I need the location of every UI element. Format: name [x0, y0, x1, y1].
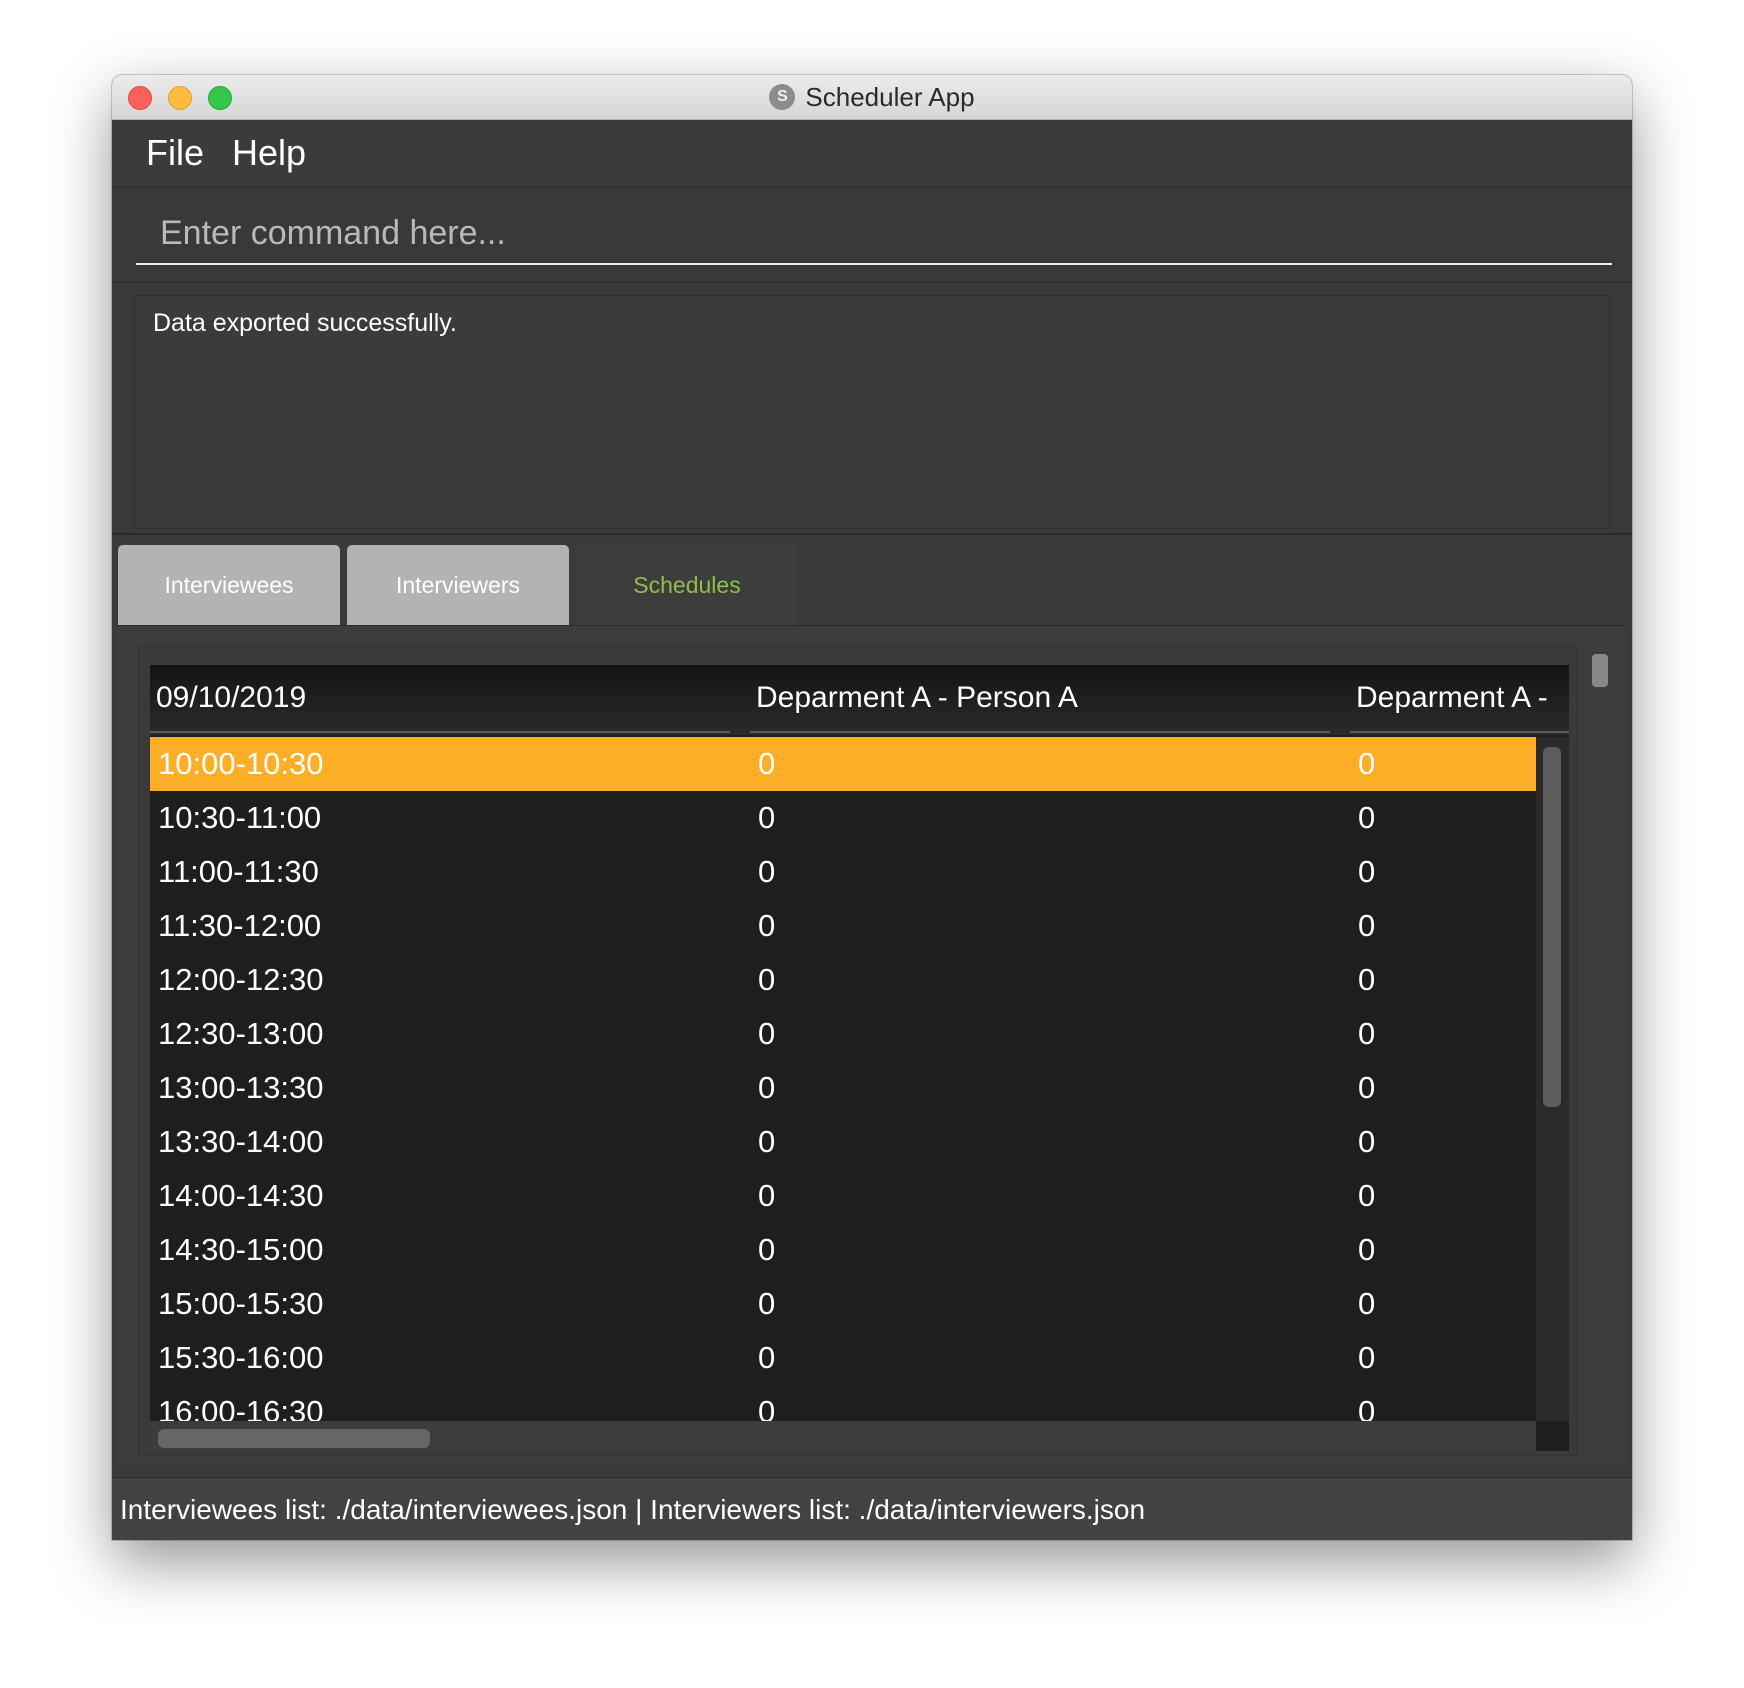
table-row[interactable]: 12:00-12:30 0 0 [150, 953, 1536, 1007]
result-message: Data exported successfully. [153, 309, 457, 337]
result-display-area: Data exported successfully. [112, 283, 1632, 535]
result-display: Data exported successfully. [134, 295, 1610, 529]
time-slot-cell: 16:00-16:30 [158, 1394, 324, 1421]
slot-count-cell: 0 [1358, 1016, 1376, 1051]
slot-count-cell: 0 [758, 1016, 776, 1051]
slot-count-cell: 0 [758, 746, 776, 781]
horizontal-scrollbar-thumb[interactable] [158, 1429, 430, 1448]
menu-bar: File Help [112, 120, 1632, 187]
time-slot-cell: 13:30-14:00 [158, 1124, 324, 1159]
slot-count-cell: 0 [758, 908, 776, 943]
tab-schedules[interactable]: Schedules [576, 545, 798, 625]
app-window: S Scheduler App File Help Data exported … [112, 75, 1632, 1540]
table-row[interactable]: 13:30-14:00 0 0 [150, 1115, 1536, 1169]
slot-count-cell: 0 [1358, 746, 1376, 781]
table-row[interactable]: 15:00-15:30 0 0 [150, 1277, 1536, 1331]
slot-count-cell: 0 [1358, 1286, 1376, 1321]
tab-header: Interviewees Interviewers Schedules [118, 545, 1626, 625]
app-icon: S [769, 84, 796, 110]
table-header: 09/10/2019 Deparment A - Person A Deparm… [150, 665, 1569, 735]
slot-count-cell: 0 [1358, 1070, 1376, 1105]
column-header-interviewer-1[interactable]: Deparment A - Person A [750, 665, 1330, 733]
slot-count-cell: 0 [1358, 1394, 1376, 1421]
vertical-scrollbar-thumb[interactable] [1543, 747, 1561, 1107]
time-slot-cell: 11:30-12:00 [158, 908, 322, 943]
slot-count-cell: 0 [1358, 962, 1376, 997]
slot-count-cell: 0 [758, 1340, 776, 1375]
slot-count-cell: 0 [1358, 1178, 1376, 1213]
time-slot-cell: 13:00-13:30 [158, 1070, 324, 1105]
schedules-tab-content: 09/10/2019 Deparment A - Person A Deparm… [118, 625, 1626, 1466]
table-row[interactable]: 10:00-10:30 0 0 [150, 737, 1536, 791]
window-title: Scheduler App [805, 81, 975, 112]
slot-count-cell: 0 [758, 1178, 776, 1213]
title-bar: S Scheduler App [112, 75, 1632, 120]
slot-count-cell: 0 [758, 1394, 776, 1421]
command-box [112, 187, 1632, 283]
time-slot-cell: 12:00-12:30 [158, 962, 324, 997]
time-slot-cell: 10:00-10:30 [158, 746, 324, 781]
column-header-interviewer-2[interactable]: Deparment A - [1350, 665, 1569, 733]
tab-interviewees[interactable]: Interviewees [118, 545, 340, 625]
table-row[interactable]: 13:00-13:30 0 0 [150, 1061, 1536, 1115]
column-header-date[interactable]: 09/10/2019 [150, 665, 730, 733]
command-input[interactable] [136, 203, 1612, 265]
status-bar: Interviewees list: ./data/interviewees.j… [112, 1477, 1632, 1540]
time-slot-cell: 11:00-11:30 [158, 854, 319, 889]
table-row[interactable]: 14:00-14:30 0 0 [150, 1169, 1536, 1223]
slot-count-cell: 0 [1358, 1232, 1376, 1267]
slot-count-cell: 0 [758, 1232, 776, 1267]
time-slot-cell: 15:00-15:30 [158, 1286, 324, 1321]
slot-count-cell: 0 [1358, 1124, 1376, 1159]
time-slot-cell: 12:30-13:00 [158, 1016, 324, 1051]
table-row[interactable]: 11:30-12:00 0 0 [150, 899, 1536, 953]
slot-count-cell: 0 [758, 1286, 776, 1321]
title-wrap: S Scheduler App [112, 75, 1632, 119]
slot-count-cell: 0 [1358, 854, 1376, 889]
slot-count-cell: 0 [758, 800, 776, 835]
table-row[interactable]: 15:30-16:00 0 0 [150, 1331, 1536, 1385]
table-row[interactable]: 11:00-11:30 0 0 [150, 845, 1536, 899]
slot-count-cell: 0 [1358, 800, 1376, 835]
table-row[interactable]: 12:30-13:00 0 0 [150, 1007, 1536, 1061]
status-text: Interviewees list: ./data/interviewees.j… [120, 1494, 1146, 1525]
slot-count-cell: 0 [758, 962, 776, 997]
tab-pane: Interviewees Interviewers Schedules 09/1… [112, 535, 1632, 1466]
menu-file[interactable]: File [146, 132, 204, 174]
schedule-table: 09/10/2019 Deparment A - Person A Deparm… [150, 665, 1569, 1451]
table-row[interactable]: 14:30-15:00 0 0 [150, 1223, 1536, 1277]
time-slot-cell: 14:30-15:00 [158, 1232, 324, 1267]
time-slot-cell: 10:30-11:00 [158, 800, 322, 835]
outer-scrollbar-thumb[interactable] [1592, 654, 1608, 687]
slot-count-cell: 0 [758, 854, 776, 889]
table-body: 10:00-10:30 0 0 10:30-11:00 0 0 11:00-11:30 0 0 1… [150, 737, 1546, 1421]
time-slot-cell: 14:00-14:30 [158, 1178, 324, 1213]
table-row[interactable]: 16:00-16:30 0 0 [150, 1385, 1536, 1421]
tab-interviewers[interactable]: Interviewers [347, 545, 569, 625]
time-slot-cell: 15:30-16:00 [158, 1340, 324, 1375]
slot-count-cell: 0 [758, 1070, 776, 1105]
schedule-panel: 09/10/2019 Deparment A - Person A Deparm… [138, 646, 1578, 1456]
slot-count-cell: 0 [1358, 1340, 1376, 1375]
slot-count-cell: 0 [1358, 908, 1376, 943]
menu-help[interactable]: Help [232, 132, 306, 174]
table-row[interactable]: 10:30-11:00 0 0 [150, 791, 1536, 845]
slot-count-cell: 0 [758, 1124, 776, 1159]
